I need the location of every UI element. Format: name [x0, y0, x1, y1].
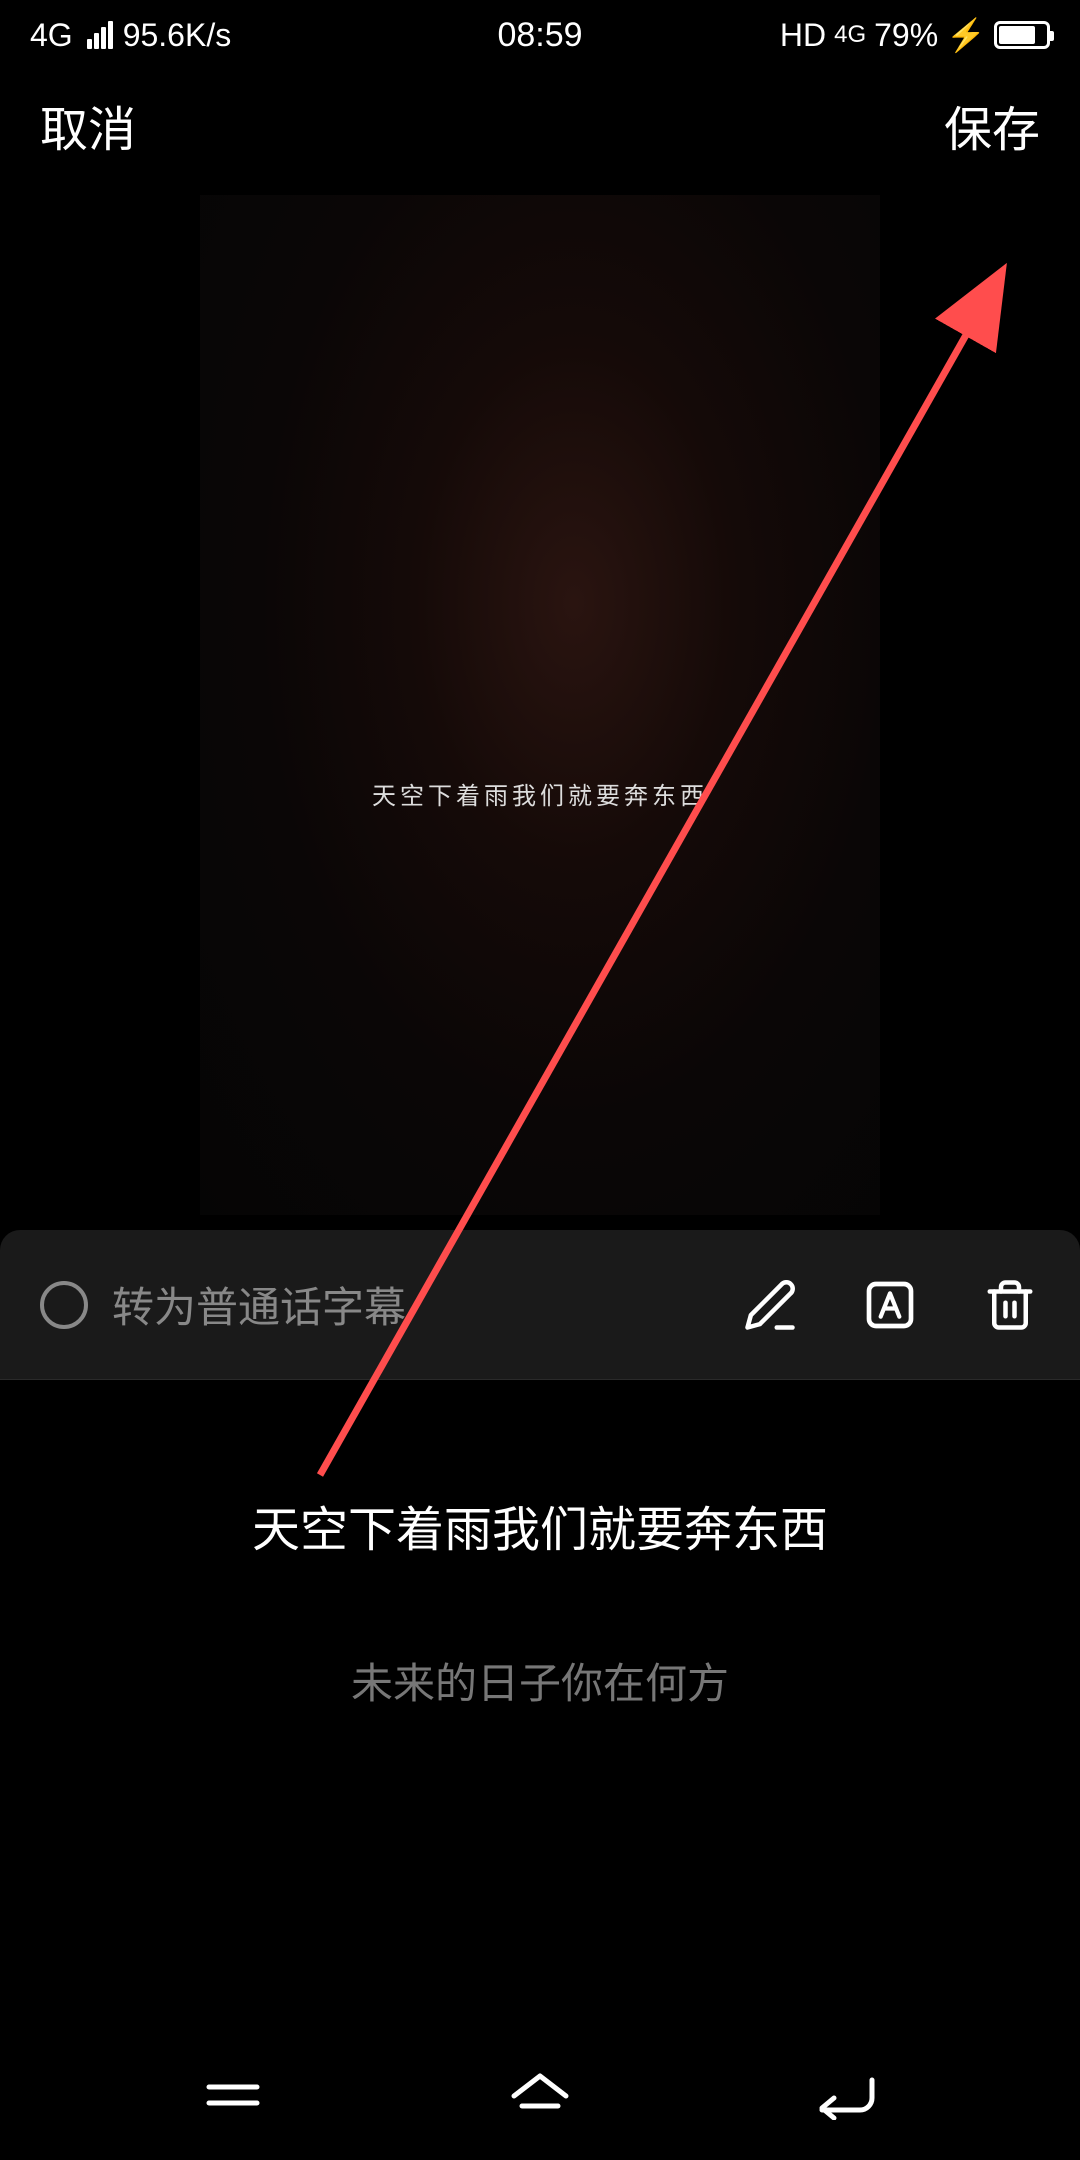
- status-bar: 4G 95.6K/s 08:59 HD 4G 79% ⚡: [0, 0, 1080, 70]
- status-right: HD 4G 79% ⚡: [780, 16, 1050, 54]
- app-header: 取消 保存: [0, 70, 1080, 180]
- cancel-button[interactable]: 取消: [40, 90, 136, 160]
- signal-icon: [87, 21, 113, 49]
- pencil-icon: [743, 1278, 797, 1332]
- convert-subtitle-option[interactable]: 转为普通话字幕: [40, 1274, 740, 1335]
- preview-subtitle-overlay: 天空下着雨我们就要奔东西: [200, 776, 880, 811]
- save-button[interactable]: 保存: [944, 90, 1040, 160]
- toolbar-actions: [740, 1275, 1040, 1335]
- charging-icon: ⚡: [946, 16, 986, 54]
- nav-recents-button[interactable]: [193, 2055, 273, 2135]
- clock: 08:59: [497, 16, 582, 55]
- menu-lines-icon: [201, 2075, 265, 2115]
- subtitle-toolbar: 转为普通话字幕: [0, 1230, 1080, 1380]
- network-type: 4G: [30, 17, 73, 54]
- battery-percent: 79%: [874, 17, 938, 54]
- lyrics-panel: 天空下着雨我们就要奔东西 未来的日子你在何方: [0, 1380, 1080, 1711]
- nav-back-button[interactable]: [807, 2055, 887, 2135]
- delete-button[interactable]: [980, 1275, 1040, 1335]
- network-indicator-icon: 4G: [834, 21, 866, 49]
- hd-indicator: HD: [780, 17, 826, 54]
- convert-subtitle-label: 转为普通话字幕: [112, 1274, 406, 1335]
- lyric-line-next[interactable]: 未来的日子你在何方: [40, 1650, 1040, 1711]
- home-icon: [508, 2070, 572, 2120]
- battery-icon: [994, 21, 1050, 49]
- edit-button[interactable]: [740, 1275, 800, 1335]
- back-icon: [812, 2070, 882, 2120]
- font-style-button[interactable]: [860, 1275, 920, 1335]
- system-nav-bar: [0, 2030, 1080, 2160]
- nav-home-button[interactable]: [500, 2055, 580, 2135]
- radio-unchecked-icon: [40, 1281, 88, 1329]
- lyric-line-current[interactable]: 天空下着雨我们就要奔东西: [40, 1490, 1040, 1560]
- trash-icon: [983, 1278, 1037, 1332]
- font-a-icon: [862, 1277, 918, 1333]
- network-speed: 95.6K/s: [123, 17, 232, 54]
- status-left: 4G 95.6K/s: [30, 17, 231, 54]
- video-preview-area: 天空下着雨我们就要奔东西: [0, 180, 1080, 1230]
- video-preview[interactable]: 天空下着雨我们就要奔东西: [200, 195, 880, 1215]
